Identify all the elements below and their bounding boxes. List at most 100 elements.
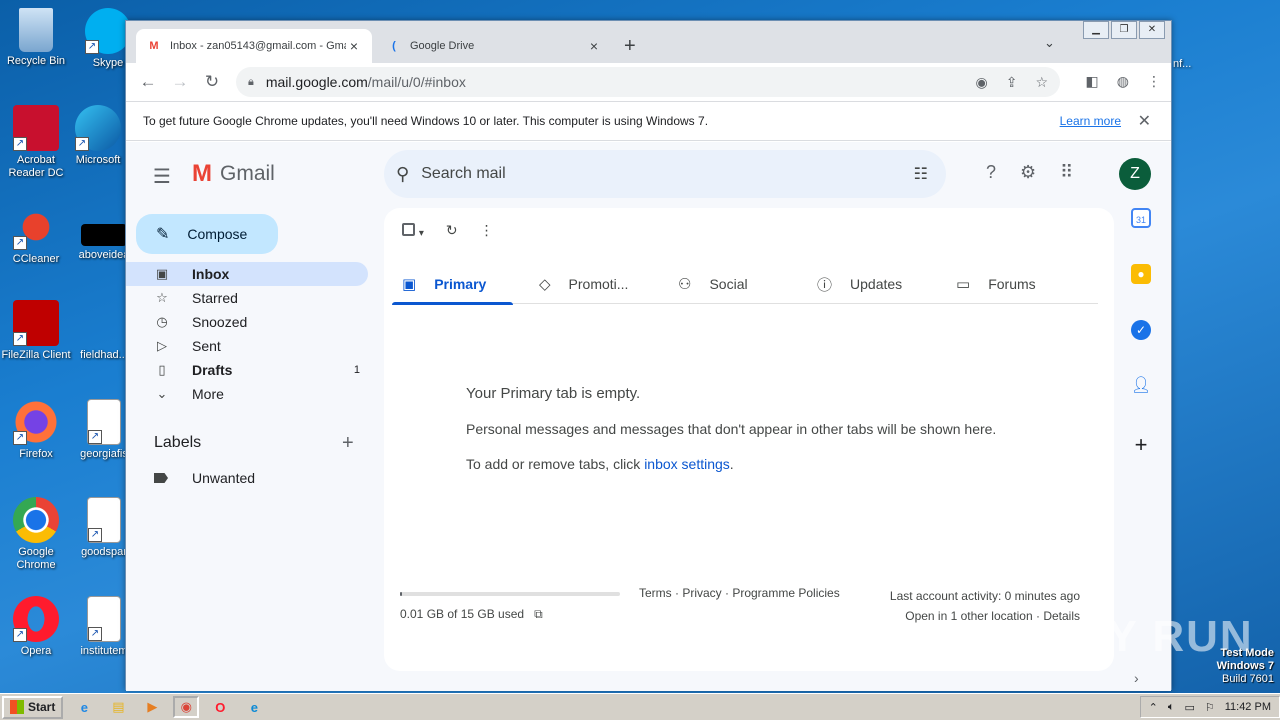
mail-actions: ▾ ↻ ⋮ (402, 222, 494, 239)
avatar[interactable]: Z (1119, 158, 1151, 190)
category-tabs: ▣ Primary ◇ Promoti... ⚇ Social ⓘ Update… (392, 264, 1098, 305)
taskbar-explorer-icon[interactable]: ▤ (105, 696, 131, 718)
sidebar-item-inbox[interactable]: ▣ Inbox (126, 262, 368, 286)
sidebar-item-snoozed[interactable]: ◷ Snoozed (126, 310, 368, 334)
learn-more-link[interactable]: Learn more (1060, 114, 1121, 128)
desktop-icon-opera[interactable]: ↗ Opera (0, 596, 72, 658)
close-infobar-icon[interactable]: ✕ (1138, 111, 1151, 131)
reload-button[interactable]: ↻ (196, 72, 228, 92)
menu-kebab-icon[interactable]: ⋮ (1147, 73, 1161, 90)
settings-line-prefix: To add or remove tabs, click (466, 456, 645, 472)
restore-button[interactable]: ❐ (1111, 21, 1137, 39)
sidebar-item-more[interactable]: ⌄ More (126, 382, 368, 406)
network-icon[interactable]: ▭ (1184, 701, 1194, 714)
tab-social[interactable]: ⚇ Social (652, 264, 791, 304)
empty-state-settings-line: To add or remove tabs, click inbox setti… (466, 456, 734, 472)
taskbar-chrome-icon[interactable]: ◉ (173, 696, 200, 718)
tab-gmail-inbox[interactable]: M Inbox - zan05143@gmail.com - Gmail × (136, 29, 372, 63)
calendar-icon[interactable]: 31 (1131, 208, 1151, 228)
chevron-right-icon[interactable]: › (1134, 670, 1139, 686)
tab-google-drive[interactable]: ( Google Drive × (376, 29, 612, 63)
forward-button[interactable]: → (164, 72, 196, 92)
volume-icon[interactable]: 🔈︎ (1168, 701, 1175, 714)
more-actions-icon[interactable]: ⋮ (480, 222, 494, 239)
desktop-icon-label: aboveidea (78, 249, 130, 261)
desktop-icon-chrome[interactable]: Google Chrome (0, 497, 72, 572)
start-button[interactable]: Start (2, 695, 64, 719)
keep-icon[interactable]: ● (1131, 264, 1151, 284)
profile-icon[interactable]: ◍ (1117, 73, 1129, 90)
close-tab-icon[interactable]: × (586, 38, 602, 54)
search-icon[interactable]: ⚲ (396, 164, 409, 185)
taskbar-ie-icon[interactable]: e (71, 696, 97, 718)
tab-promotions[interactable]: ◇ Promoti... (513, 264, 652, 304)
sidebar-item-label: Snoozed (192, 314, 248, 330)
contacts-icon[interactable]: 👤︎ (1131, 376, 1151, 396)
tray-expand-icon[interactable]: ⌃ (1149, 701, 1158, 714)
gear-icon[interactable]: ⚙ (1020, 162, 1036, 183)
search-input[interactable]: Search mail (421, 165, 505, 183)
tab-forums[interactable]: ▭ Forums (930, 264, 1069, 304)
inbox-settings-link[interactable]: inbox settings (644, 456, 730, 472)
sidebar-item-drafts[interactable]: ▯ Drafts 1 (126, 358, 368, 382)
gmail-logo[interactable]: M Gmail (192, 160, 275, 188)
opera-icon: ↗ (13, 596, 59, 642)
add-addon-icon[interactable]: + (1126, 432, 1156, 458)
desktop-icon-firefox[interactable]: ↗ Firefox (0, 399, 72, 461)
footer-links[interactable]: Terms · Privacy · Programme Policies (639, 586, 840, 600)
tab-primary[interactable]: ▣ Primary (392, 264, 513, 305)
search-mail-box[interactable]: ⚲ Search mail ☷ (384, 150, 946, 198)
sidebar-item-starred[interactable]: ☆ Starred (126, 286, 368, 310)
desktop-icon-ccleaner[interactable]: ↗ CCleaner (0, 204, 72, 266)
sidebar-nav: ▣ Inbox ☆ Starred ◷ Snoozed ▷ Sent ▯ Dra… (126, 262, 368, 406)
storage-bar-fill (400, 592, 403, 596)
main-menu-icon[interactable]: ☰ (153, 164, 171, 189)
ccleaner-icon: ↗ (13, 204, 59, 250)
toolbar-right: ◧ ◍ ⋮ (1086, 73, 1161, 90)
clock-time[interactable]: 11:42 PM (1225, 701, 1271, 713)
taskbar-opera-icon[interactable]: O (207, 696, 233, 718)
search-options-icon[interactable]: ☷ (914, 164, 928, 184)
storage-bar (400, 592, 620, 596)
back-button[interactable]: ← (132, 72, 164, 92)
close-window-button[interactable]: ✕ (1139, 21, 1165, 39)
windows-taskbar: Start e ▤ ▶ ◉ O e ⌃ 🔈︎ ▭ ⚐ 11:42 PM (0, 693, 1280, 720)
help-icon[interactable]: ? (986, 162, 996, 183)
url-host: mail.google.com (265, 74, 368, 90)
desktop-icon-edge[interactable]: ↗ Microsoft (62, 105, 134, 167)
select-all-checkbox[interactable]: ▾ (402, 222, 424, 239)
sidebar-item-label: Sent (192, 338, 221, 354)
refresh-icon[interactable]: ↻ (446, 222, 458, 239)
infobar-message: To get future Google Chrome updates, you… (143, 114, 709, 128)
label-item-unwanted[interactable]: Unwanted (154, 470, 255, 486)
tab-label: Primary (434, 276, 487, 292)
storage-text: 0.01 GB of 15 GB used (400, 607, 525, 621)
start-label: Start (28, 700, 56, 714)
last-activity-text: Last account activity: 0 minutes ago (889, 589, 1080, 603)
compose-button[interactable]: ✎ Compose (136, 214, 278, 254)
external-link-icon[interactable]: ⧉ (534, 607, 543, 622)
add-label-icon[interactable]: + (342, 432, 354, 455)
action-center-flag-icon[interactable]: ⚐ (1205, 701, 1215, 714)
tab-updates[interactable]: ⓘ Updates (791, 264, 930, 304)
taskbar-edge-icon[interactable]: e (241, 696, 267, 718)
desktop-icon-label: FileZilla Client (1, 349, 71, 361)
tasks-icon[interactable]: ✓ (1131, 320, 1151, 340)
minimize-button[interactable]: ▁ (1083, 21, 1109, 39)
bookmark-star-icon[interactable]: ☆ (1035, 74, 1048, 91)
desktop-icon-recycle-bin[interactable]: Recycle Bin (0, 8, 72, 68)
address-bar[interactable]: 🔒︎ mail.google.com/mail/u/0/#inbox ◉ ⇪ ☆ (236, 67, 1060, 97)
eye-icon[interactable]: ◉ (975, 74, 987, 91)
side-panel-icon[interactable]: ◧ (1086, 73, 1099, 90)
desktop-icon-filezilla[interactable]: ↗ FileZilla Client (0, 300, 72, 362)
sidebar-item-sent[interactable]: ▷ Sent (126, 334, 368, 358)
taskbar-media-icon[interactable]: ▶ (139, 696, 165, 718)
share-icon[interactable]: ⇪ (1006, 74, 1018, 91)
desktop-icon-label: CCleaner (12, 253, 60, 265)
lock-icon[interactable]: 🔒︎ (248, 76, 254, 89)
close-tab-icon[interactable]: × (346, 38, 362, 54)
firefox-icon: ↗ (13, 399, 59, 445)
apps-grid-icon[interactable]: ⠿ (1060, 162, 1073, 183)
tab-search-icon[interactable]: ⌄ (1044, 35, 1055, 51)
new-tab-button[interactable]: + (624, 35, 636, 58)
